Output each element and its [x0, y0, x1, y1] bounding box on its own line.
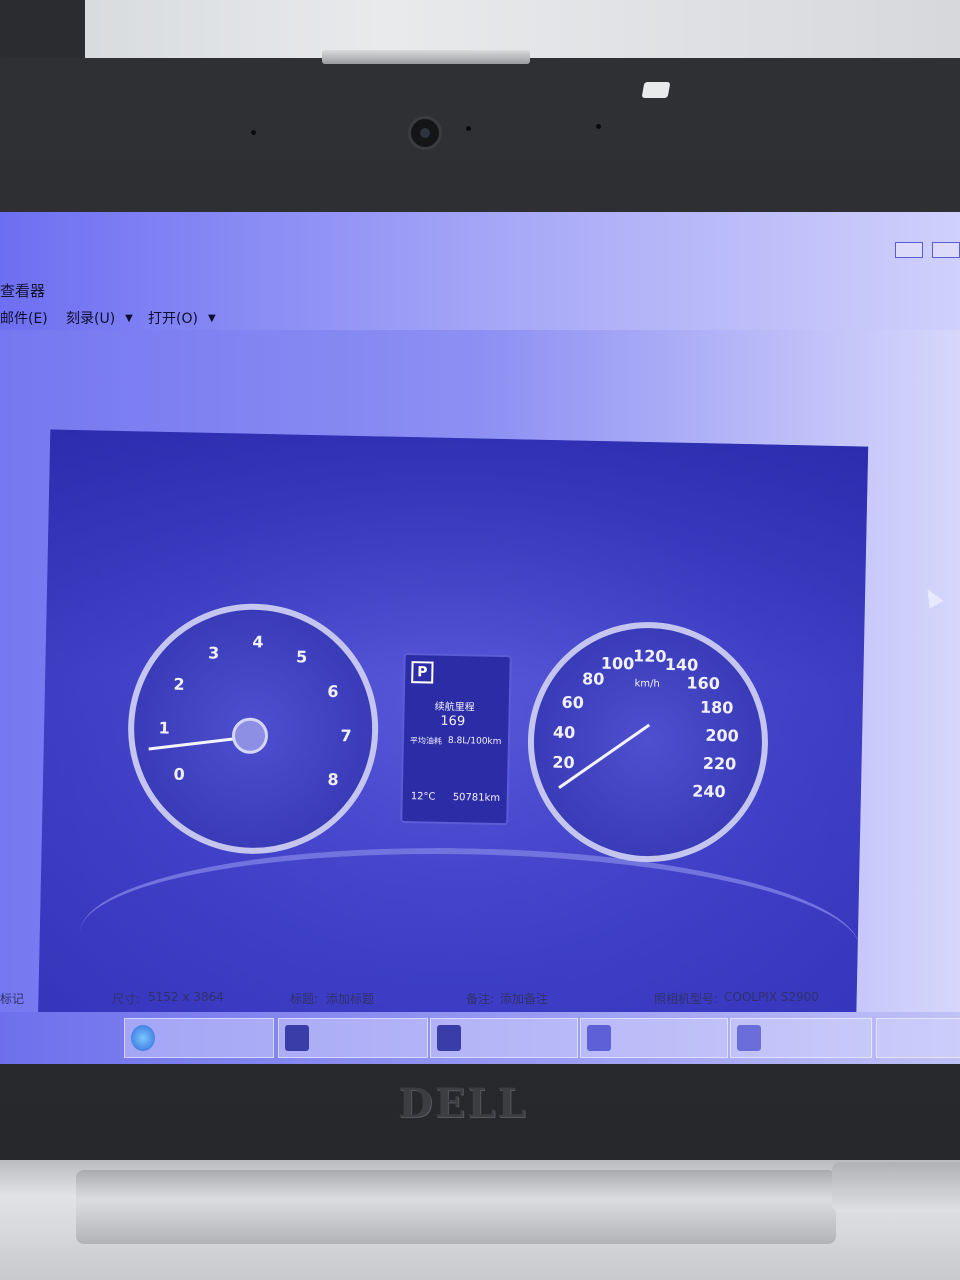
- title-bar: 查看器: [0, 274, 960, 304]
- image-viewer-area: 1 2 3 4 5 6 7 8 0 P 续航里程 169 平均油耗 8.8L/1…: [0, 330, 960, 1064]
- caret-down-icon: ▼: [125, 312, 133, 324]
- tachometer-label: 5: [295, 647, 308, 667]
- avg-value: 8.8L/100km: [447, 735, 502, 748]
- indicator-dot: [466, 126, 471, 131]
- instrument-display: P 续航里程 169 平均油耗 8.8L/100km 12°C 50781km: [400, 652, 512, 826]
- tachometer-label: 2: [173, 674, 185, 694]
- screen: 查看器 邮件(E) 刻录(U) ▼ 打开(O) ▼ 1 2 3 4 5 6 7 …: [0, 212, 960, 1064]
- speedometer-label: 220: [702, 753, 737, 774]
- tachometer-label: 0: [173, 764, 185, 784]
- tachometer-label: 1: [158, 718, 170, 738]
- system-tray[interactable]: [876, 1018, 960, 1058]
- taskbar-item-edge[interactable]: [124, 1018, 274, 1058]
- speedometer-label: 100: [600, 653, 635, 674]
- status-bar: 标记 尺寸: 5152 x 3864 标题: 添加标题 备注: 添加备注 照相机…: [0, 982, 960, 1012]
- camera-value: COOLPIX S2900: [724, 990, 819, 1004]
- menu-item-burn[interactable]: 刻录(U) ▼: [66, 308, 133, 328]
- taskbar-item-camera[interactable]: [580, 1018, 728, 1058]
- speedometer-label: 40: [552, 722, 576, 743]
- taskbar: [0, 1012, 960, 1064]
- photo-viewer-icon: [737, 1025, 761, 1051]
- tachometer-label: 4: [252, 632, 264, 652]
- taskbar-item-viewer[interactable]: [730, 1018, 872, 1058]
- speed-unit: km/h: [634, 678, 660, 690]
- webcam-shutter: [641, 82, 671, 98]
- window-controls: [891, 242, 960, 262]
- gear-indicator: P: [411, 661, 434, 684]
- speedometer-label: 240: [692, 781, 726, 802]
- tachometer-label: 3: [207, 643, 220, 663]
- title-value[interactable]: 添加标题: [326, 990, 374, 1007]
- dashboard-photo: 1 2 3 4 5 6 7 8 0 P 续航里程 169 平均油耗 8.8L/1…: [37, 429, 869, 1047]
- microphone-dot: [596, 124, 601, 129]
- brand-logo: DELL: [398, 1080, 528, 1127]
- camera-label: 照相机型号:: [654, 992, 719, 1006]
- speedometer-label: 60: [561, 692, 585, 713]
- temperature-readout: 12°C: [410, 791, 436, 803]
- tag-label: 标记: [0, 992, 25, 1006]
- speedometer-label: 200: [705, 725, 740, 746]
- camera-app-icon: [587, 1025, 611, 1051]
- microphone-dot: [251, 130, 256, 135]
- menu-item-label: 打开(O): [148, 311, 198, 327]
- speedometer-label: 180: [699, 697, 734, 718]
- dimensions-value: 5152 x 3864: [148, 990, 224, 1004]
- window-title: 查看器: [0, 282, 46, 300]
- menu-item-email[interactable]: 邮件(E): [0, 308, 48, 328]
- webcam-icon: [408, 116, 442, 150]
- trip-value: 169: [440, 713, 466, 730]
- taskbar-item-excel-1[interactable]: [278, 1018, 428, 1058]
- menu-item-open[interactable]: 打开(O) ▼: [148, 308, 216, 328]
- minimize-button[interactable]: [894, 242, 923, 258]
- comment-value[interactable]: 添加备注: [500, 990, 548, 1007]
- edge-icon: [131, 1025, 155, 1051]
- tachometer-label: 7: [340, 726, 352, 746]
- excel-icon: [285, 1025, 309, 1051]
- excel-icon: [437, 1025, 461, 1051]
- tachometer-label: 6: [327, 681, 339, 702]
- dimensions-label: 尺寸:: [112, 992, 141, 1006]
- menu-item-label: 邮件(E): [0, 311, 48, 327]
- odometer-readout: 50781km: [452, 792, 501, 804]
- maximize-button[interactable]: [932, 242, 960, 258]
- lid-latch-tab: [322, 50, 530, 64]
- comment-label: 备注:: [466, 992, 495, 1006]
- taskbar-item-excel-2[interactable]: [430, 1018, 578, 1058]
- caret-down-icon: ▼: [207, 312, 216, 324]
- tachometer-label: 8: [327, 769, 339, 790]
- speedometer-label: 160: [686, 673, 721, 694]
- tachometer-hub: [231, 717, 269, 755]
- speedometer-label: 140: [664, 654, 699, 675]
- laptop-hinge: [76, 1170, 836, 1244]
- speedometer-label: 20: [552, 752, 575, 773]
- menu-item-label: 刻录(U): [66, 311, 116, 327]
- speedometer-label: 120: [632, 646, 667, 666]
- trip-label: 续航里程: [434, 701, 475, 714]
- laptop-hinge-right: [832, 1162, 960, 1212]
- avg-label: 平均油耗: [409, 736, 443, 746]
- menu-bar: 邮件(E) 刻录(U) ▼ 打开(O) ▼: [0, 304, 960, 330]
- title-label: 标题:: [290, 992, 319, 1006]
